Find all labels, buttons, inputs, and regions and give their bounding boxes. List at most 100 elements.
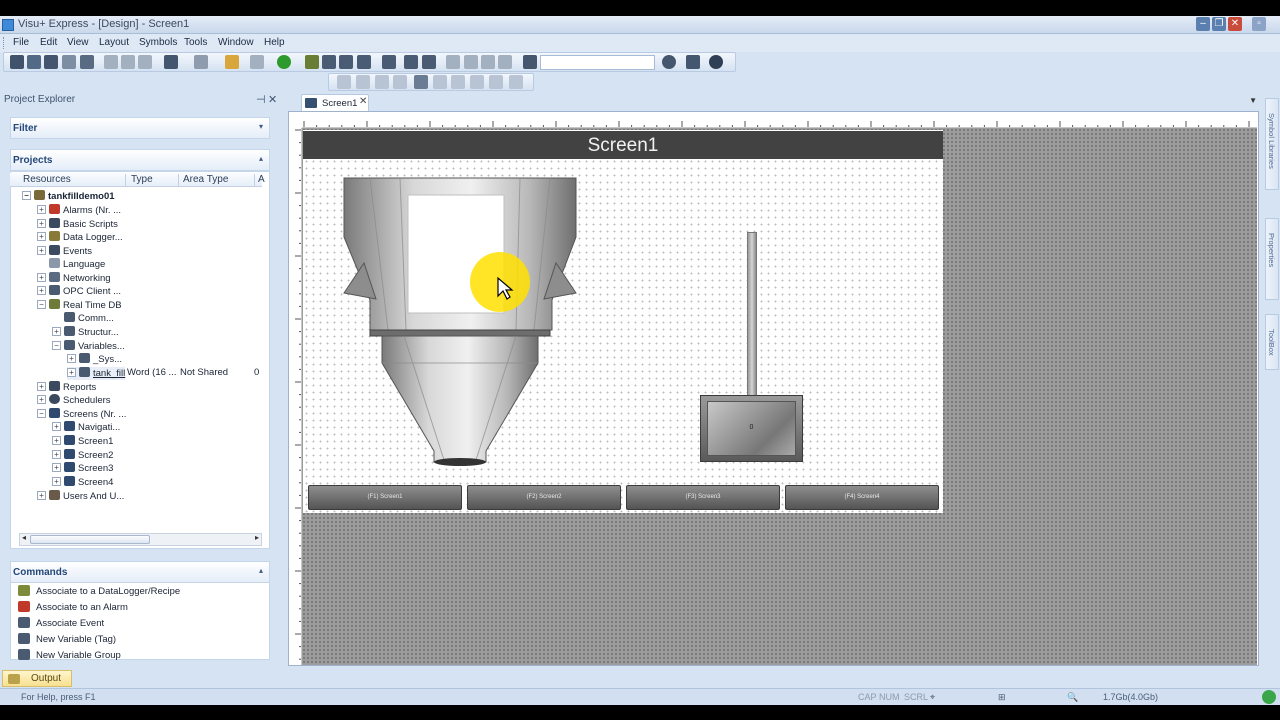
search-icon[interactable] [662, 55, 676, 69]
layout-icon[interactable] [357, 55, 371, 69]
col-resources[interactable]: Resources [23, 174, 71, 185]
restore-button[interactable]: ❐ [1212, 17, 1226, 31]
center-icon[interactable] [509, 75, 523, 89]
tree-item-language[interactable]: +Language [37, 258, 105, 271]
cmd-associate-event[interactable]: Associate Event [18, 617, 104, 631]
mdi-restore-button[interactable]: ▫ [1252, 17, 1266, 31]
menu-edit[interactable]: Edit [40, 37, 57, 48]
filter-header[interactable]: Filter ▾ [10, 117, 270, 139]
tank-hopper-symbol[interactable] [340, 175, 582, 470]
new-icon[interactable] [10, 55, 24, 69]
space-across-icon[interactable] [470, 75, 484, 89]
output-tab[interactable]: Output [2, 670, 72, 687]
tree-item-opc-client[interactable]: + OPC Client ... [37, 285, 121, 298]
tab-list-chevron-icon[interactable]: ▼ [1249, 96, 1257, 105]
help-icon[interactable] [709, 55, 723, 69]
same-width-icon[interactable] [433, 75, 447, 89]
close-tab-icon[interactable]: ✕ [359, 96, 367, 107]
level-slider-track[interactable] [747, 232, 757, 397]
save-all-icon[interactable] [62, 55, 76, 69]
tree-item-comm[interactable]: +Comm... [52, 312, 114, 325]
redo-icon[interactable] [194, 55, 208, 69]
col-type[interactable]: Type [131, 174, 153, 185]
run-icon[interactable] [277, 55, 291, 69]
save-icon[interactable] [44, 55, 58, 69]
nav-button-screen3[interactable]: (F3) Screen3 [626, 485, 780, 510]
tree-item-data-logger[interactable]: + Data Logger... [37, 231, 123, 244]
tree-item-project[interactable]: − tankfilldemo01 [22, 190, 115, 203]
print-preview-icon[interactable] [80, 55, 94, 69]
cut-icon[interactable] [104, 55, 118, 69]
tab-properties[interactable]: Properties [1265, 218, 1279, 300]
search-combo[interactable] [540, 55, 655, 70]
scroll-left-icon[interactable]: ◂ [22, 533, 26, 542]
cmd-associate-datalogger[interactable]: Associate to a DataLogger/Recipe [18, 585, 180, 599]
find-icon[interactable] [523, 55, 537, 69]
align-center-icon[interactable] [356, 75, 370, 89]
same-size-icon[interactable] [414, 75, 428, 89]
pin-icon[interactable]: ⊣ [256, 93, 266, 106]
col-a[interactable]: A [258, 174, 265, 185]
cmd-associate-alarm[interactable]: Associate to an Alarm [18, 601, 128, 615]
nav-button-screen4[interactable]: (F4) Screen4 [785, 485, 939, 510]
tree-item-screen4[interactable]: + Screen4 [52, 476, 113, 489]
tree-item-alarms[interactable]: + Alarms (Nr. ... [37, 204, 121, 217]
close-button[interactable]: ✕ [1228, 17, 1242, 31]
settings-icon[interactable] [305, 55, 319, 69]
undo-icon[interactable] [164, 55, 178, 69]
tab-toolbox[interactable]: ToolBox [1265, 314, 1279, 370]
open-icon[interactable] [27, 55, 41, 69]
align-right-icon[interactable] [375, 75, 389, 89]
menu-help[interactable]: Help [264, 37, 285, 48]
tree-item-screen2[interactable]: + Screen2 [52, 449, 113, 462]
menu-view[interactable]: View [67, 37, 89, 48]
tree-item-networking[interactable]: + Networking [37, 272, 111, 285]
nav-button-screen1[interactable]: (F1) Screen1 [308, 485, 462, 510]
window-icon[interactable] [339, 55, 353, 69]
tree-item-tank-fill[interactable]: + tank_fill [67, 367, 126, 380]
col-area-type[interactable]: Area Type [183, 174, 228, 185]
menu-window[interactable]: Window [218, 37, 254, 48]
scrollbar-thumb[interactable] [30, 535, 150, 544]
value-display-frame[interactable]: 0 [700, 395, 803, 462]
paste-icon[interactable] [138, 55, 152, 69]
tree-item-basic-scripts[interactable]: + Basic Scripts [37, 218, 118, 231]
tree-item-structures[interactable]: + Structur... [52, 326, 119, 339]
tree-item-navigation[interactable]: + Navigati... [52, 421, 120, 434]
tree-item-schedulers[interactable]: + Schedulers [37, 394, 111, 407]
user-icon[interactable] [225, 55, 239, 69]
screen-icon[interactable] [322, 55, 336, 69]
tree-item-screens[interactable]: − Screens (Nr. ... [37, 408, 126, 421]
tools-icon[interactable] [498, 55, 512, 69]
tab-symbol-libraries[interactable]: Symbol Libraries [1265, 98, 1279, 190]
align-icon[interactable] [446, 55, 460, 69]
grid-icon[interactable] [404, 55, 418, 69]
tree-item-sys[interactable]: + _Sys... [67, 353, 122, 366]
cross-reference-icon[interactable] [250, 55, 264, 69]
nav-button-screen2[interactable]: (F2) Screen2 [467, 485, 621, 510]
tree-item-real-time-db[interactable]: − Real Time DB [37, 299, 122, 312]
check-icon[interactable] [422, 55, 436, 69]
copy-icon[interactable] [121, 55, 135, 69]
commands-header[interactable]: Commands ▴ [10, 561, 270, 583]
draw-icon[interactable] [464, 55, 478, 69]
shape-icon[interactable] [481, 55, 495, 69]
tree-item-screen1[interactable]: + Screen1 [52, 435, 113, 448]
menu-symbols[interactable]: Symbols [139, 37, 177, 48]
close-panel-icon[interactable]: ✕ [268, 93, 277, 106]
print-icon[interactable] [686, 55, 700, 69]
tree-item-variables[interactable]: − Variables... [52, 340, 125, 353]
projects-header[interactable]: Projects ▴ [10, 149, 270, 171]
space-down-icon[interactable] [489, 75, 503, 89]
same-height-icon[interactable] [451, 75, 465, 89]
tree-item-users[interactable]: + Users And U... [37, 490, 124, 503]
menu-layout[interactable]: Layout [99, 37, 129, 48]
tree-item-screen3[interactable]: + Screen3 [52, 462, 113, 475]
menu-tools[interactable]: Tools [184, 37, 207, 48]
tree-item-reports[interactable]: + Reports [37, 381, 96, 394]
cmd-new-variable[interactable]: New Variable (Tag) [18, 633, 116, 647]
cmd-new-variable-group[interactable]: New Variable Group [18, 649, 121, 663]
align-top-icon[interactable] [393, 75, 407, 89]
tag-icon[interactable] [382, 55, 396, 69]
tree-horizontal-scrollbar[interactable]: ◂ ▸ [19, 533, 262, 546]
